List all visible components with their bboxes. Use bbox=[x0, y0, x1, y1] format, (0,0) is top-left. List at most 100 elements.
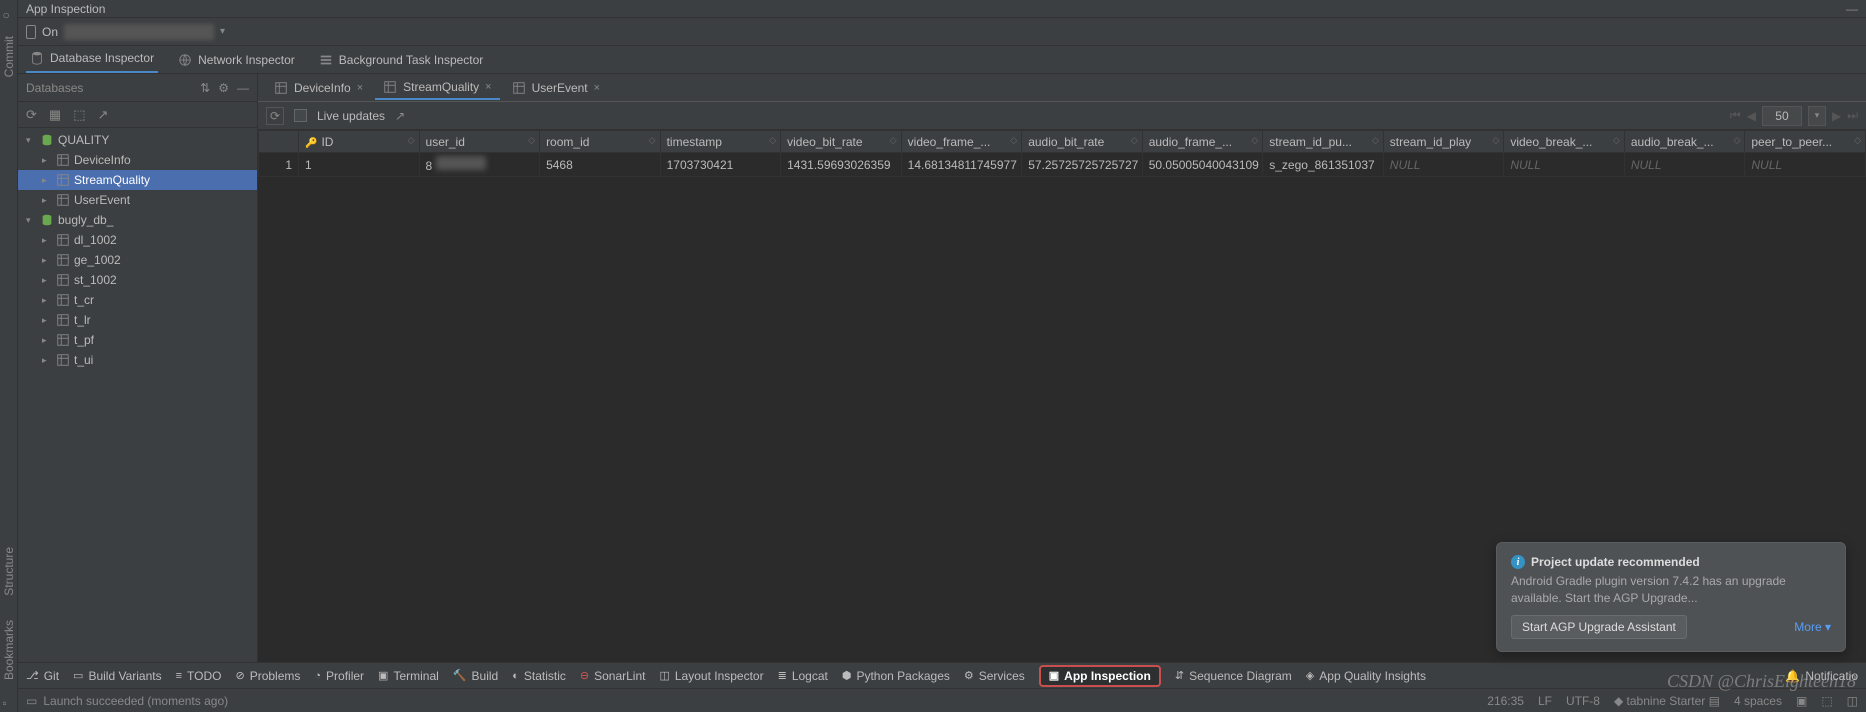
file-encoding[interactable]: UTF-8 bbox=[1566, 694, 1600, 708]
more-link[interactable]: More ▾ bbox=[1794, 620, 1831, 634]
tree-item-streamquality[interactable]: ▸StreamQuality bbox=[18, 170, 257, 190]
bottom-tool-profiler[interactable]: ◔Profiler bbox=[314, 669, 364, 683]
refresh-icon[interactable]: ⟳ bbox=[26, 107, 37, 123]
column-header[interactable]: user_id◇ bbox=[419, 131, 540, 153]
close-icon[interactable]: × bbox=[594, 82, 600, 94]
table-cell[interactable]: 1703730421 bbox=[660, 153, 781, 177]
tab-network-inspector[interactable]: Network Inspector bbox=[174, 47, 299, 73]
tree-item-t_pf[interactable]: ▸t_pf bbox=[18, 330, 257, 350]
bottom-tool-logcat[interactable]: ≣Logcat bbox=[778, 669, 828, 683]
tree-arrow-icon[interactable]: ▸ bbox=[42, 255, 52, 266]
table-cell[interactable]: 8 bbox=[419, 153, 540, 177]
device-name-blurred[interactable] bbox=[64, 24, 214, 40]
tree-arrow-icon[interactable]: ▸ bbox=[42, 335, 52, 346]
column-header[interactable]: 🔑ID◇ bbox=[299, 131, 420, 153]
tree-arrow-icon[interactable]: ▸ bbox=[42, 235, 52, 246]
table-cell[interactable]: NULL bbox=[1624, 153, 1745, 177]
column-header[interactable]: stream_id_pu...◇ bbox=[1263, 131, 1384, 153]
tree-arrow-icon[interactable]: ▸ bbox=[42, 315, 52, 326]
gutter-structure[interactable]: Structure bbox=[2, 547, 16, 596]
bottom-tool-app-quality-insights[interactable]: ◈App Quality Insights bbox=[1306, 669, 1426, 683]
status-icon-2[interactable]: ⬚ bbox=[1821, 694, 1832, 708]
sort-icon[interactable]: ◇ bbox=[1010, 135, 1017, 146]
bottom-tool-services[interactable]: ⚙Services bbox=[964, 669, 1025, 683]
tree-arrow-icon[interactable]: ▾ bbox=[26, 215, 36, 226]
table-cell[interactable]: NULL bbox=[1383, 153, 1504, 177]
sort-icon[interactable]: ◇ bbox=[1733, 135, 1740, 146]
column-header[interactable]: video_bit_rate◇ bbox=[781, 131, 902, 153]
tree-arrow-icon[interactable]: ▸ bbox=[42, 355, 52, 366]
table-cell[interactable]: NULL bbox=[1745, 153, 1866, 177]
tree-item-ge_1002[interactable]: ▸ge_1002 bbox=[18, 250, 257, 270]
minimize-icon[interactable]: — bbox=[1846, 2, 1858, 16]
sort-icon[interactable]: ◇ bbox=[1372, 135, 1379, 146]
column-header[interactable]: audio_frame_...◇ bbox=[1142, 131, 1263, 153]
gear-icon[interactable]: ⚙ bbox=[218, 81, 229, 95]
tree-item-st_1002[interactable]: ▸st_1002 bbox=[18, 270, 257, 290]
sort-icon[interactable]: ◇ bbox=[1251, 135, 1258, 146]
page-prev-icon[interactable]: ◀ bbox=[1747, 109, 1756, 123]
tree-item-deviceinfo[interactable]: ▸DeviceInfo bbox=[18, 150, 257, 170]
bottom-tool-problems[interactable]: ⊘Problems bbox=[235, 669, 300, 683]
bottom-tool-layout-inspector[interactable]: ◫Layout Inspector bbox=[659, 669, 763, 683]
start-agp-upgrade-button[interactable]: Start AGP Upgrade Assistant bbox=[1511, 615, 1687, 639]
sort-icon[interactable]: ◇ bbox=[1854, 135, 1861, 146]
close-icon[interactable]: × bbox=[485, 81, 491, 93]
open-external-icon[interactable]: ↗ bbox=[395, 109, 405, 123]
column-header[interactable]: timestamp◇ bbox=[660, 131, 781, 153]
page-size-dropdown[interactable]: ▾ bbox=[1808, 106, 1826, 126]
status-icon-3[interactable]: ◫ bbox=[1847, 694, 1858, 708]
table-cell[interactable]: 1 bbox=[299, 153, 420, 177]
bottom-tool-python-packages[interactable]: ⬢Python Packages bbox=[842, 669, 950, 683]
column-header[interactable]: stream_id_play◇ bbox=[1383, 131, 1504, 153]
sort-icon[interactable]: ◇ bbox=[1613, 135, 1620, 146]
notifications-button[interactable]: 🔔Notificatio bbox=[1785, 669, 1858, 683]
refresh-button[interactable]: ⟳ bbox=[266, 107, 284, 125]
column-header[interactable]: audio_bit_rate◇ bbox=[1022, 131, 1143, 153]
column-header[interactable]: peer_to_peer...◇ bbox=[1745, 131, 1866, 153]
page-first-icon[interactable]: ⏮ bbox=[1730, 108, 1741, 123]
bottom-tool-todo[interactable]: ≡TODO bbox=[176, 669, 222, 683]
bottom-tool-build[interactable]: 🔨Build bbox=[453, 669, 498, 683]
bottom-tool-sequence-diagram[interactable]: ⇵Sequence Diagram bbox=[1175, 669, 1292, 683]
table-cell[interactable]: 1431.59693026359 bbox=[781, 153, 902, 177]
chevron-down-icon[interactable]: ▾ bbox=[220, 26, 225, 37]
table-cell[interactable]: 1 bbox=[259, 153, 299, 177]
indent-status[interactable]: 4 spaces bbox=[1734, 694, 1782, 708]
bottom-tool-git[interactable]: ⎇Git bbox=[26, 669, 59, 683]
sort-icon[interactable]: ◇ bbox=[769, 135, 776, 146]
filter-icon[interactable]: ⇅ bbox=[200, 81, 210, 95]
line-separator[interactable]: LF bbox=[1538, 694, 1552, 708]
tree-arrow-icon[interactable]: ▾ bbox=[26, 135, 36, 146]
tree-arrow-icon[interactable]: ▸ bbox=[42, 295, 52, 306]
tree-item-bugly_db_[interactable]: ▾bugly_db_ bbox=[18, 210, 257, 230]
bottom-tool-statistic[interactable]: ◐Statistic bbox=[512, 669, 566, 683]
bottom-tool-app-inspection[interactable]: ▣App Inspection bbox=[1039, 665, 1161, 687]
sort-icon[interactable]: ◇ bbox=[408, 135, 415, 146]
column-header[interactable]: room_id◇ bbox=[540, 131, 661, 153]
hide-icon[interactable]: — bbox=[237, 81, 249, 95]
tab-background-task-inspector[interactable]: Background Task Inspector bbox=[315, 47, 488, 73]
sort-icon[interactable]: ◇ bbox=[1131, 135, 1138, 146]
export-icon[interactable]: ↗ bbox=[98, 107, 109, 123]
tree-item-t_cr[interactable]: ▸t_cr bbox=[18, 290, 257, 310]
live-updates-checkbox[interactable] bbox=[294, 109, 307, 122]
tree-arrow-icon[interactable]: ▸ bbox=[42, 155, 52, 166]
table-cell[interactable]: 14.68134811745977 bbox=[901, 153, 1022, 177]
tabnine-status[interactable]: ◆ tabnine Starter ▤ bbox=[1614, 694, 1720, 708]
page-last-icon[interactable]: ⏭ bbox=[1847, 108, 1858, 123]
table-row[interactable]: 118 546817037304211431.5969302635914.681… bbox=[259, 153, 1866, 177]
bottom-tool-terminal[interactable]: ▣Terminal bbox=[378, 669, 439, 683]
tree-item-t_lr[interactable]: ▸t_lr bbox=[18, 310, 257, 330]
bottom-tool-sonarlint[interactable]: ⊖SonarLint bbox=[580, 669, 646, 683]
tab-database-inspector[interactable]: Database Inspector bbox=[26, 45, 158, 73]
column-header[interactable]: video_break_...◇ bbox=[1504, 131, 1625, 153]
caret-position[interactable]: 216:35 bbox=[1487, 694, 1524, 708]
new-query-icon[interactable]: ▦ bbox=[49, 107, 61, 123]
status-icon-1[interactable]: ▣ bbox=[1796, 694, 1807, 708]
table-cell[interactable]: s_zego_861351037 bbox=[1263, 153, 1384, 177]
tree-item-dl_1002[interactable]: ▸dl_1002 bbox=[18, 230, 257, 250]
table-cell[interactable]: 5468 bbox=[540, 153, 661, 177]
sort-icon[interactable]: ◇ bbox=[1492, 135, 1499, 146]
table-cell[interactable]: 57.25725725725727 bbox=[1022, 153, 1143, 177]
